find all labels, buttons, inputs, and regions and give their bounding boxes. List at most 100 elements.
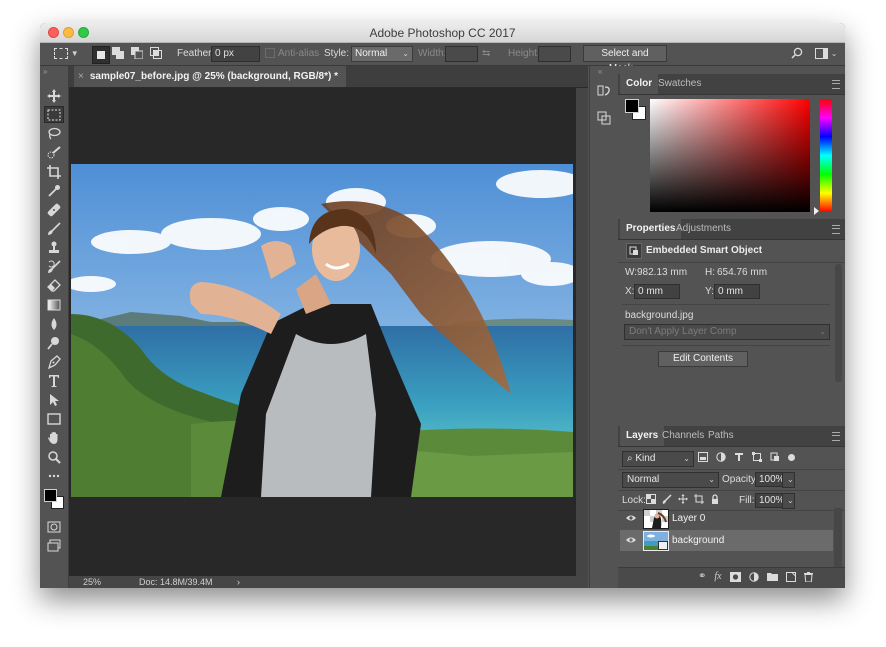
visibility-eye-icon[interactable] — [626, 513, 636, 523]
blend-mode-select[interactable]: Normal ⌄ — [622, 472, 719, 488]
panel-foreground-color[interactable] — [625, 99, 639, 113]
dodge-tool-icon[interactable] — [44, 334, 64, 351]
screen-mode-icon[interactable] — [44, 537, 64, 554]
swap-dimensions-button[interactable]: ⇆ — [482, 43, 490, 65]
new-layer-icon[interactable] — [785, 571, 796, 582]
properties-scrollbar[interactable] — [835, 264, 842, 382]
delete-layer-icon[interactable] — [803, 571, 813, 582]
expand-panels-icon[interactable]: « — [598, 67, 602, 76]
eraser-tool-icon[interactable] — [44, 277, 64, 294]
adjustment-layer-icon[interactable] — [748, 571, 759, 582]
layers-panel-menu-icon[interactable] — [832, 432, 840, 441]
lock-artboard-icon[interactable] — [694, 494, 704, 504]
subtract-selection-button[interactable] — [131, 43, 144, 65]
crop-tool-icon[interactable] — [44, 163, 64, 180]
document-tab[interactable]: × sample07_before.jpg @ 25% (background, … — [74, 66, 346, 87]
foreground-color-swatch[interactable] — [44, 489, 57, 502]
new-group-icon[interactable] — [766, 572, 778, 581]
new-selection-button[interactable] — [92, 46, 110, 64]
layers-scrollbar[interactable] — [834, 508, 842, 573]
anti-alias-checkbox[interactable]: Anti-alias — [265, 43, 319, 65]
edit-contents-button[interactable]: Edit Contents — [658, 351, 748, 367]
image-canvas[interactable] — [71, 164, 573, 497]
h-label: H: — [705, 267, 715, 278]
layer-style-icon[interactable]: fx — [714, 571, 721, 582]
lasso-tool-icon[interactable] — [44, 125, 64, 142]
filter-toggle-icon[interactable] — [788, 453, 795, 461]
more-tools-icon[interactable] — [44, 467, 64, 484]
visibility-eye-icon[interactable] — [626, 535, 636, 545]
style-select[interactable]: Normal ⌄ — [351, 46, 413, 62]
add-to-selection-button[interactable] — [112, 43, 124, 65]
close-tab-icon[interactable]: × — [78, 71, 84, 82]
history-brush-tool-icon[interactable] — [44, 258, 64, 275]
adjustment-filter-icon[interactable] — [716, 452, 726, 462]
healing-brush-tool-icon[interactable] — [44, 201, 64, 218]
lock-image-icon[interactable] — [662, 494, 672, 504]
link-layers-icon[interactable]: ⚭ — [698, 571, 706, 582]
history-panel-icon[interactable] — [594, 80, 614, 100]
path-select-tool-icon[interactable] — [44, 391, 64, 408]
blur-tool-icon[interactable] — [44, 315, 64, 332]
quick-mask-icon[interactable] — [44, 518, 64, 535]
gradient-tool-icon[interactable] — [44, 296, 64, 313]
color-panel-menu-icon[interactable] — [832, 80, 840, 89]
quick-select-tool-icon[interactable] — [44, 144, 64, 161]
select-and-mask-button[interactable]: Select and Mask... — [583, 45, 667, 74]
fill-dropdown[interactable]: ⌄ — [782, 493, 795, 509]
h-value[interactable]: 654.76 mm — [717, 267, 767, 278]
feather-input[interactable]: 0 px — [211, 46, 260, 62]
status-menu-icon[interactable]: › — [237, 576, 240, 588]
tab-adjustments[interactable]: Adjustments — [670, 219, 737, 239]
w-value[interactable]: 982.13 mm — [637, 267, 687, 278]
rectangle-tool-icon[interactable] — [44, 410, 64, 427]
tool-preset-picker[interactable]: ▼ — [54, 43, 79, 65]
intersect-selection-button[interactable] — [150, 43, 162, 65]
clone-stamp-tool-icon[interactable] — [44, 239, 64, 256]
lock-transparency-icon[interactable] — [646, 494, 656, 504]
shape-filter-icon[interactable] — [752, 452, 762, 462]
opacity-input[interactable]: 100% — [755, 472, 785, 487]
hand-tool-icon[interactable] — [44, 429, 64, 446]
add-mask-icon[interactable] — [729, 571, 741, 582]
lock-position-icon[interactable] — [678, 494, 688, 504]
collapse-toolbar-icon[interactable]: » — [43, 67, 47, 76]
fill-input[interactable]: 100% — [755, 493, 785, 508]
eyedropper-tool-icon[interactable] — [44, 182, 64, 199]
move-tool-icon[interactable] — [44, 87, 64, 104]
saturation-brightness-field[interactable] — [650, 99, 810, 212]
zoom-tool-icon[interactable] — [44, 448, 64, 465]
pixel-filter-icon[interactable] — [698, 452, 708, 462]
color-swatches[interactable] — [44, 489, 66, 509]
tab-swatches[interactable]: Swatches — [652, 74, 707, 94]
width-input[interactable] — [445, 46, 478, 62]
type-filter-icon[interactable] — [734, 452, 744, 462]
color-panel-swatches[interactable] — [625, 99, 647, 121]
tab-paths[interactable]: Paths — [702, 426, 740, 446]
lock-all-icon[interactable] — [710, 494, 720, 504]
pen-tool-icon[interactable] — [44, 353, 64, 370]
layer-row-layer-0[interactable]: Layer 0 — [620, 508, 833, 529]
height-input[interactable] — [538, 46, 571, 62]
brush-tool-icon[interactable] — [44, 220, 64, 237]
libraries-panel-icon[interactable] — [594, 108, 614, 128]
properties-panel-menu-icon[interactable] — [832, 225, 840, 234]
layer-comp-select[interactable]: Don't Apply Layer Comp ⌄ — [624, 324, 830, 340]
layer-filter-select[interactable]: ⌕ Kind ⌄ — [622, 451, 694, 467]
zoom-level[interactable]: 25% — [83, 576, 101, 588]
vertical-scrollbar[interactable] — [576, 88, 588, 576]
layer-name[interactable]: background — [672, 530, 724, 551]
y-input[interactable]: 0 mm — [714, 284, 760, 299]
hue-slider[interactable] — [820, 99, 832, 212]
smart-object-filter-icon[interactable] — [770, 452, 780, 462]
workspace-switcher[interactable]: ⌄ — [815, 43, 837, 65]
search-button[interactable] — [791, 43, 803, 65]
layer-row-background[interactable]: background — [620, 530, 833, 551]
marquee-tool-icon[interactable] — [44, 106, 64, 123]
x-input[interactable]: 0 mm — [634, 284, 680, 299]
layer-name[interactable]: Layer 0 — [672, 508, 705, 529]
opacity-dropdown[interactable]: ⌄ — [782, 472, 795, 488]
type-tool-icon[interactable] — [44, 372, 64, 389]
document-size-info[interactable]: Doc: 14.8M/39.4M — [139, 576, 213, 588]
hue-slider-handle-icon[interactable] — [814, 207, 819, 215]
